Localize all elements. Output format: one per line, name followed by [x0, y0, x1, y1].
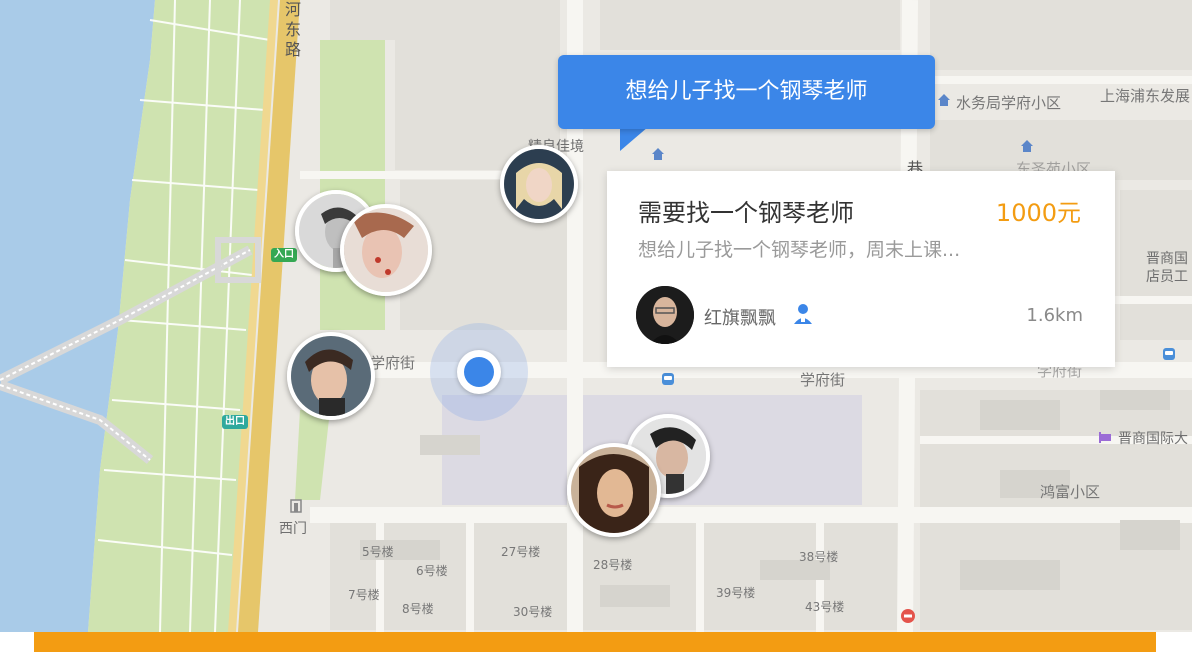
building-label: 30号楼 — [513, 605, 553, 619]
exit-badge: 出口 — [222, 415, 248, 429]
map-user-avatar[interactable] — [567, 443, 661, 537]
request-card[interactable]: 需要找一个钢琴老师 1000元 想给儿子找一个钢琴老师，周末上课... 红旗飘飘… — [607, 171, 1115, 367]
building-label: 5号楼 — [362, 545, 394, 559]
house-icon — [651, 146, 665, 160]
bus-stop-icon — [662, 373, 674, 385]
house-icon — [1020, 138, 1034, 152]
map-user-avatar[interactable] — [287, 332, 375, 420]
building-label: 6号楼 — [416, 564, 448, 578]
request-price: 1000元 — [995, 199, 1081, 227]
place-label-shuiwuju: 水务局学府小区 — [956, 94, 1062, 112]
place-label-ximen: 西门 — [279, 521, 307, 537]
bubble-tail — [620, 127, 648, 151]
place-label-jinshang-building: 晋商国际大 — [1118, 431, 1188, 447]
bus-stop-icon — [1163, 348, 1175, 360]
place-label-hongfu: 鸿富小区 — [1040, 483, 1101, 501]
house-icon — [937, 92, 951, 106]
place-label-shanghai-pudong: 上海浦东发展 — [1100, 87, 1191, 105]
building-label: 7号楼 — [348, 588, 380, 602]
building-label: 28号楼 — [593, 558, 633, 572]
building-label: 39号楼 — [716, 586, 756, 600]
building-label: 43号楼 — [805, 600, 845, 614]
map-user-avatar[interactable] — [500, 145, 578, 223]
street-label-xuefu-mid: 学府街 — [800, 371, 846, 389]
place-label-jinshang-right: 晋商国 店员工 — [1146, 251, 1188, 285]
street-label-hedong-road: 河东路 — [284, 0, 301, 59]
pharmacy-icon — [900, 608, 915, 623]
street-label-xuefu-left: 学府街 — [370, 354, 416, 372]
distance-label: 1.6km — [1026, 305, 1083, 326]
building-label: 27号楼 — [501, 545, 541, 559]
poster-name[interactable]: 红旗飘飘 — [704, 304, 776, 330]
request-title: 需要找一个钢琴老师 — [638, 199, 854, 227]
bottom-accent-bar — [34, 632, 1156, 652]
person-badge-icon — [793, 302, 813, 326]
building-label: 38号楼 — [799, 550, 839, 564]
hotel-icon — [1098, 429, 1112, 443]
poster-avatar[interactable] — [636, 286, 694, 344]
request-bubble[interactable]: 想给儿子找一个钢琴老师 — [558, 55, 935, 129]
entrance-badge: 入口 — [271, 248, 297, 262]
request-description: 想给儿子找一个钢琴老师，周末上课... — [638, 239, 961, 261]
map-user-avatar[interactable] — [340, 204, 432, 296]
gate-icon — [289, 498, 303, 513]
building-label: 8号楼 — [402, 602, 434, 616]
location-dot-icon[interactable] — [457, 350, 501, 394]
map-view[interactable]: 河东路 学府街 学府街 学府街 长巷 水务局学府小区 上海浦东发展 精良佳境 东… — [0, 0, 1192, 632]
